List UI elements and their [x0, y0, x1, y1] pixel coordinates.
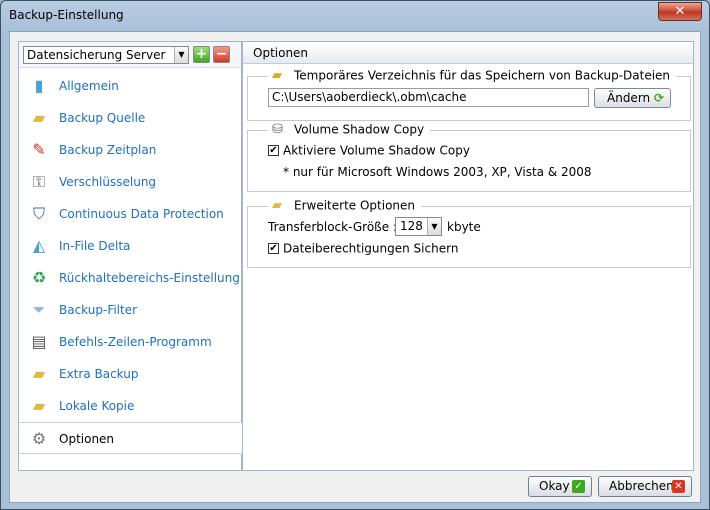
sidebar-item-verschlüsselung[interactable]: ⚿ Verschlüsselung: [19, 166, 241, 198]
shield-icon: ⛉: [32, 204, 45, 223]
sidebar-item-label: Lokale Kopie: [59, 399, 135, 413]
advanced-options-label: Erweiterte Optionen: [294, 198, 416, 213]
temp-directory-path-field[interactable]: C:\Users\aoberdieck\.obm\cache: [268, 88, 589, 107]
settings-nav-panel: Datensicherung Server ▼ + − ▮ Allgemein ▰ B…: [18, 41, 251, 471]
folder-source-icon: ▰: [32, 108, 46, 127]
chevron-down-icon: ▼: [427, 218, 441, 235]
sidebar-item-backup-filter[interactable]: ⏷ Backup-Filter: [19, 294, 241, 326]
sidebar-item-label: Backup Zeitplan: [59, 143, 157, 157]
temp-directory-group: ▰ Temporäres Verzeichnis für das Speicher…: [247, 68, 691, 121]
local-copy-icon: ▰: [32, 396, 46, 415]
settings-nav-list: ▮ Allgemein ▰ Backup Quelle ✎ Backup Zeitplan…: [19, 70, 251, 454]
backup-set-dropdown[interactable]: Datensicherung Server ▼: [23, 46, 189, 64]
okay-label: Okay: [539, 479, 570, 493]
options-panel-title: Optionen: [253, 46, 309, 60]
command-line-icon: ▤: [31, 332, 47, 351]
general-icon: ▮: [34, 76, 44, 95]
transfer-block-size-unit: kbyte: [447, 220, 481, 234]
add-backup-set-button[interactable]: +: [193, 46, 210, 63]
sidebar-item-optionen[interactable]: ⚙ Optionen: [19, 422, 251, 454]
sidebar-item-label: Continuous Data Protection: [59, 207, 224, 221]
cancel-label: Abbrechen: [609, 479, 674, 493]
enable-vss-checkbox-row[interactable]: ✔ Aktiviere Volume Shadow Copy: [268, 143, 470, 158]
backup-permissions-checkbox[interactable]: ✔: [268, 243, 279, 254]
transfer-block-size-dropdown[interactable]: 128 ▼: [395, 217, 442, 236]
volume-shadow-copy-group: ⛁ Volume Shadow Copy ✔ Aktiviere Volume Sh…: [247, 122, 691, 192]
change-directory-button[interactable]: Ändern ⟳: [594, 88, 671, 108]
refresh-icon: ⟳: [653, 91, 664, 105]
backup-permissions-checkbox-row[interactable]: ✔ Dateiberechtigungen Sichern: [268, 241, 458, 256]
extra-backup-icon: ▰: [32, 364, 46, 383]
sidebar-item-label: Rückhaltebereichs-Einstellung: [59, 271, 240, 285]
advanced-options-group: ▰ Erweiterte Optionen Transferblock-Größe…: [247, 198, 691, 268]
sidebar-item-label: Verschlüsselung: [59, 175, 157, 189]
sidebar-item-label: In-File Delta: [59, 239, 131, 253]
chevron-down-icon: ▼: [174, 47, 188, 63]
sidebar-item-continuous-data-protection[interactable]: ⛉ Continuous Data Protection: [19, 198, 241, 230]
sidebar-item-label: Backup-Filter: [59, 303, 138, 317]
backup-settings-window: Backup-Einstellung ✕ Datensicherung Serv…: [0, 0, 710, 510]
encryption-icon: ⚿: [32, 172, 46, 191]
delta-file-icon: ◭: [32, 236, 46, 255]
filter-icon: ⏷: [32, 300, 46, 319]
sidebar-item-label: Befehls-Zeilen-Programm: [59, 335, 212, 349]
remove-backup-set-button[interactable]: −: [213, 46, 230, 63]
okay-button[interactable]: Okay ✓: [528, 476, 592, 497]
window-title: Backup-Einstellung: [9, 8, 124, 22]
folder-open-icon: ▰: [272, 67, 282, 83]
cancel-button[interactable]: Abbrechen ✕: [598, 476, 692, 497]
backup-set-selected-value: Datensicherung Server: [27, 48, 166, 62]
options-panel-header: Optionen: [243, 42, 693, 64]
backup-permissions-label: Dateiberechtigungen Sichern: [283, 241, 459, 256]
close-button[interactable]: ✕: [658, 2, 702, 21]
server-selector-bar: Datensicherung Server ▼ + −: [19, 42, 241, 68]
sidebar-item-backup-quelle[interactable]: ▰ Backup Quelle: [19, 102, 241, 134]
sidebar-item-backup-zeitplan[interactable]: ✎ Backup Zeitplan: [19, 134, 241, 166]
checkmark-icon: ✓: [572, 480, 585, 493]
advanced-group-title: ▰ Erweiterte Optionen: [268, 197, 422, 213]
sidebar-item-befehls-zeilen-programm[interactable]: ▤ Befehls-Zeilen-Programm: [19, 326, 241, 358]
temp-directory-label: Temporäres Verzeichnis für das Speichern…: [294, 68, 671, 83]
sidebar-item-label: Optionen: [59, 432, 115, 446]
sidebar-item-label: Backup Quelle: [59, 111, 146, 125]
enable-vss-checkbox[interactable]: ✔: [268, 145, 279, 156]
sidebar-item-extra-backup[interactable]: ▰ Extra Backup: [19, 358, 241, 390]
transfer-block-size-value: 128: [400, 219, 423, 233]
enable-vss-label: Aktiviere Volume Shadow Copy: [283, 143, 470, 158]
sidebar-item-label: Extra Backup: [59, 367, 139, 381]
recycle-bin-icon: ♻: [31, 268, 47, 287]
vss-os-note: * nur für Microsoft Windows 2003, XP, Vi…: [283, 165, 592, 179]
sidebar-item-in-file-delta[interactable]: ◭ In-File Delta: [19, 230, 241, 262]
folder-star-icon: ▰: [272, 197, 282, 213]
disk-icon: ⛁: [272, 121, 283, 137]
sidebar-item-allgemein[interactable]: ▮ Allgemein: [19, 70, 241, 102]
close-icon: ✕: [672, 480, 685, 493]
change-directory-label: Ändern: [607, 91, 651, 105]
vss-group-title: ⛁ Volume Shadow Copy: [268, 121, 431, 137]
sidebar-item-rückhaltebereichs-einstellung[interactable]: ♻ Rückhaltebereichs-Einstellung: [19, 262, 241, 294]
sidebar-item-lokale-kopie[interactable]: ▰ Lokale Kopie: [19, 390, 241, 422]
dialog-body: Datensicherung Server ▼ + − ▮ Allgemein ▰ B…: [9, 31, 701, 503]
options-panel: Optionen ▰ Temporäres Verzeichnis für das…: [242, 41, 694, 471]
vss-label: Volume Shadow Copy: [294, 122, 425, 137]
options-gear-icon: ⚙: [31, 429, 47, 448]
sidebar-item-label: Allgemein: [59, 79, 119, 93]
title-bar[interactable]: Backup-Einstellung ✕: [1, 1, 709, 31]
transfer-block-size-label: Transferblock-Größe :: [268, 220, 397, 234]
calendar-icon: ✎: [32, 140, 46, 159]
temp-directory-group-title: ▰ Temporäres Verzeichnis für das Speicher…: [268, 67, 677, 83]
